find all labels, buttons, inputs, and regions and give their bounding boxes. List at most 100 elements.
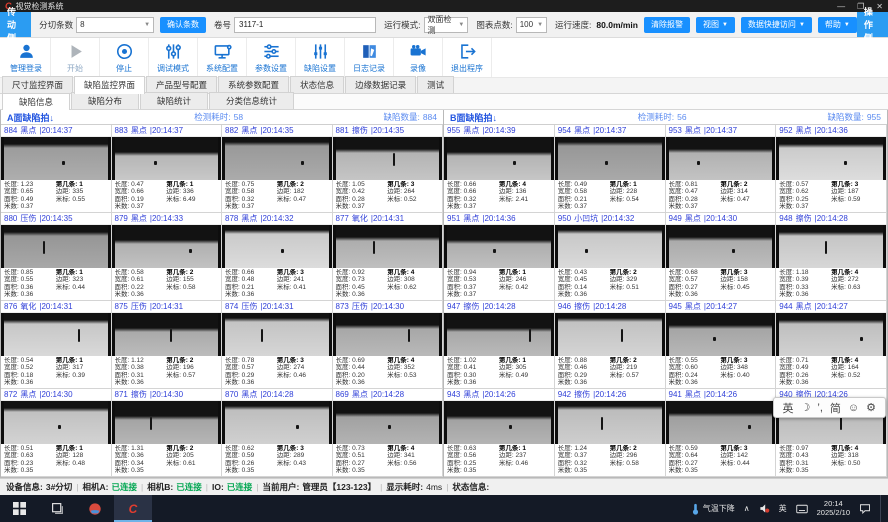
- moon-icon[interactable]: ☽: [801, 401, 811, 414]
- defect-thumbnail-image[interactable]: [222, 401, 332, 444]
- pinned-app-button[interactable]: [76, 495, 114, 522]
- defect-thumbnail-image[interactable]: [1, 137, 111, 180]
- tray-chevron-up[interactable]: ∧: [744, 504, 750, 513]
- sub-tab-1[interactable]: 缺陷分布: [71, 92, 139, 109]
- gear-icon[interactable]: ⚙: [866, 401, 876, 414]
- defect-thumbnail-image[interactable]: [333, 225, 443, 268]
- system-config-button[interactable]: 系统配置: [198, 38, 247, 77]
- main-tab-1[interactable]: 缺陷监控界面: [74, 76, 145, 94]
- view-menu-button[interactable]: 视图▼: [696, 17, 735, 33]
- sub-tab-3[interactable]: 分类信息统计: [209, 92, 294, 109]
- ime-language-indicator[interactable]: 英: [779, 503, 787, 514]
- defect-cell[interactable]: 875 压伤 |20:14:31 长度: 1.12 宽度: 0.38 面积: 0…: [112, 301, 223, 389]
- defect-thumbnail-image[interactable]: [666, 401, 776, 444]
- panel-a-title[interactable]: A面缺陷拍↓: [7, 111, 54, 124]
- defect-cell[interactable]: 871 擦伤 |20:14:30 长度: 1.31 宽度: 0.36 面积: 0…: [112, 389, 223, 477]
- defect-thumbnail-image[interactable]: [222, 225, 332, 268]
- panel-b-title[interactable]: B面缺陷拍↓: [450, 111, 497, 124]
- defect-thumbnail-image[interactable]: [1, 401, 111, 444]
- weather-widget[interactable]: 气温下降: [691, 503, 735, 515]
- main-tab-2[interactable]: 产品型号配置: [146, 76, 217, 93]
- defect-cell[interactable]: 952 黑点 |20:14:36 长度: 0.57 宽度: 0.62 面积: 0…: [776, 125, 887, 213]
- split-count-select[interactable]: 8▼: [76, 17, 154, 33]
- show-desktop-button[interactable]: [880, 495, 884, 522]
- record-video-button[interactable]: 录像: [394, 38, 443, 77]
- confirm-count-button[interactable]: 确认条数: [160, 17, 206, 33]
- defect-cell[interactable]: 873 压伤 |20:14:30 长度: 0.69 宽度: 0.44 面积: 0…: [333, 301, 444, 389]
- defect-thumbnail-image[interactable]: [112, 225, 222, 268]
- defect-cell[interactable]: 882 黑点 |20:14:35 长度: 0.75 宽度: 0.58 面积: 0…: [222, 125, 333, 213]
- defect-thumbnail-image[interactable]: [776, 313, 886, 356]
- defect-thumbnail-image[interactable]: [555, 137, 665, 180]
- defect-thumbnail-image[interactable]: [112, 313, 222, 356]
- exit-program-button[interactable]: 退出程序: [443, 38, 492, 77]
- defect-thumbnail-image[interactable]: [112, 401, 222, 444]
- taskbar-clock[interactable]: 20:14 2025/2/10: [817, 500, 850, 517]
- defect-thumbnail-image[interactable]: [666, 225, 776, 268]
- run-mode-select[interactable]: 双面检测▼: [424, 17, 469, 33]
- defect-cell[interactable]: 884 黑点 |20:14:37 长度: 1.23 宽度: 0.65 面积: 0…: [1, 125, 112, 213]
- sub-tab-0[interactable]: 缺陷信息: [2, 93, 70, 110]
- chart-points-select[interactable]: 100▼: [516, 17, 547, 33]
- defect-thumbnail-image[interactable]: [112, 137, 222, 180]
- defect-thumbnail-image[interactable]: [1, 225, 111, 268]
- defect-thumbnail-image[interactable]: [555, 313, 665, 356]
- defect-cell[interactable]: 954 黑点 |20:14:37 长度: 0.49 宽度: 0.58 面积: 0…: [555, 125, 666, 213]
- defect-thumbnail-image[interactable]: [333, 137, 443, 180]
- volume-button[interactable]: [759, 503, 770, 514]
- defect-thumbnail-image[interactable]: [666, 313, 776, 356]
- defect-cell[interactable]: 944 黑点 |20:14:27 长度: 0.71 宽度: 0.49 面积: 0…: [776, 301, 887, 389]
- defect-cell[interactable]: 883 黑点 |20:14:37 长度: 0.47 宽度: 0.66 面积: 0…: [112, 125, 223, 213]
- defect-cell[interactable]: 869 黑点 |20:14:28 长度: 0.73 宽度: 0.51 面积: 0…: [333, 389, 444, 477]
- main-tab-4[interactable]: 状态信息: [290, 76, 344, 93]
- defect-thumbnail-image[interactable]: [444, 313, 554, 356]
- defect-thumbnail-image[interactable]: [444, 137, 554, 180]
- admin-login-button[interactable]: 管理登录: [2, 38, 51, 77]
- clear-alarm-button[interactable]: 清除报警: [644, 17, 690, 33]
- operation-side-button[interactable]: 操作侧: [857, 12, 888, 37]
- defect-thumbnail-image[interactable]: [666, 137, 776, 180]
- defect-cell[interactable]: 876 氧化 |20:14:31 长度: 0.54 宽度: 0.52 面积: 0…: [1, 301, 112, 389]
- defect-thumbnail-image[interactable]: [333, 313, 443, 356]
- defect-cell[interactable]: 878 黑点 |20:14:32 长度: 0.66 宽度: 0.48 面积: 0…: [222, 213, 333, 301]
- sub-tab-2[interactable]: 缺陷统计: [140, 92, 208, 109]
- defect-thumbnail-image[interactable]: [333, 401, 443, 444]
- transmission-side-button[interactable]: 传动侧: [0, 12, 31, 37]
- defect-cell[interactable]: 945 黑点 |20:14:27 长度: 0.55 宽度: 0.60 面积: 0…: [666, 301, 777, 389]
- main-tab-6[interactable]: 测试: [417, 76, 454, 93]
- task-view-button[interactable]: [38, 495, 76, 522]
- debug-mode-button[interactable]: 调试模式: [149, 38, 198, 77]
- main-tab-3[interactable]: 系统参数配置: [218, 76, 289, 93]
- defect-cell[interactable]: 874 压伤 |20:14:31 长度: 0.78 宽度: 0.57 面积: 0…: [222, 301, 333, 389]
- main-tab-5[interactable]: 边缘数据记录: [345, 76, 416, 93]
- defect-thumbnail-image[interactable]: [555, 401, 665, 444]
- defect-thumbnail-image[interactable]: [555, 225, 665, 268]
- defect-settings-button[interactable]: 缺陷设置: [296, 38, 345, 77]
- defect-cell[interactable]: 881 擦伤 |20:14:35 长度: 1.05 宽度: 0.42 面积: 0…: [333, 125, 444, 213]
- simplified-toggle[interactable]: 简: [830, 400, 841, 416]
- defect-cell[interactable]: 879 黑点 |20:14:33 长度: 0.58 宽度: 0.61 面积: 0…: [112, 213, 223, 301]
- defect-cell[interactable]: 950 小凹坑 |20:14:32 长度: 0.43 宽度: 0.45 面积: …: [555, 213, 666, 301]
- defect-thumbnail-image[interactable]: [1, 313, 111, 356]
- defect-thumbnail-image[interactable]: [776, 225, 886, 268]
- defect-thumbnail-image[interactable]: [222, 137, 332, 180]
- defect-cell[interactable]: 942 擦伤 |20:14:26 长度: 1.24 宽度: 0.37 面积: 0…: [555, 389, 666, 477]
- minimize-button[interactable]: —: [837, 2, 845, 11]
- touch-keyboard-button[interactable]: [796, 504, 808, 514]
- defect-cell[interactable]: 948 擦伤 |20:14:28 长度: 1.18 宽度: 0.39 面积: 0…: [776, 213, 887, 301]
- defect-cell[interactable]: 951 黑点 |20:14:36 长度: 0.94 宽度: 0.53 面积: 0…: [444, 213, 555, 301]
- action-center-button[interactable]: [859, 503, 871, 514]
- parameter-settings-button[interactable]: 参数设置: [247, 38, 296, 77]
- defect-cell[interactable]: 880 压伤 |20:14:35 长度: 0.85 宽度: 0.55 面积: 0…: [1, 213, 112, 301]
- start-button[interactable]: 开始: [51, 38, 100, 77]
- defect-thumbnail-image[interactable]: [222, 313, 332, 356]
- punctuation-toggle[interactable]: ’,: [817, 402, 823, 414]
- defect-cell[interactable]: 955 黑点 |20:14:39 长度: 0.66 宽度: 0.66 面积: 0…: [444, 125, 555, 213]
- roll-number-input[interactable]: 3117-1: [234, 17, 376, 33]
- stop-button[interactable]: 停止: [100, 38, 149, 77]
- defect-cell[interactable]: 947 擦伤 |20:14:28 长度: 1.02 宽度: 0.41 面积: 0…: [444, 301, 555, 389]
- log-record-button[interactable]: 日志记录: [345, 38, 394, 77]
- detection-app-taskbar-button[interactable]: C: [114, 495, 152, 522]
- ime-lang-toggle[interactable]: 英: [783, 400, 794, 416]
- defect-cell[interactable]: 943 黑点 |20:14:26 长度: 0.63 宽度: 0.56 面积: 0…: [444, 389, 555, 477]
